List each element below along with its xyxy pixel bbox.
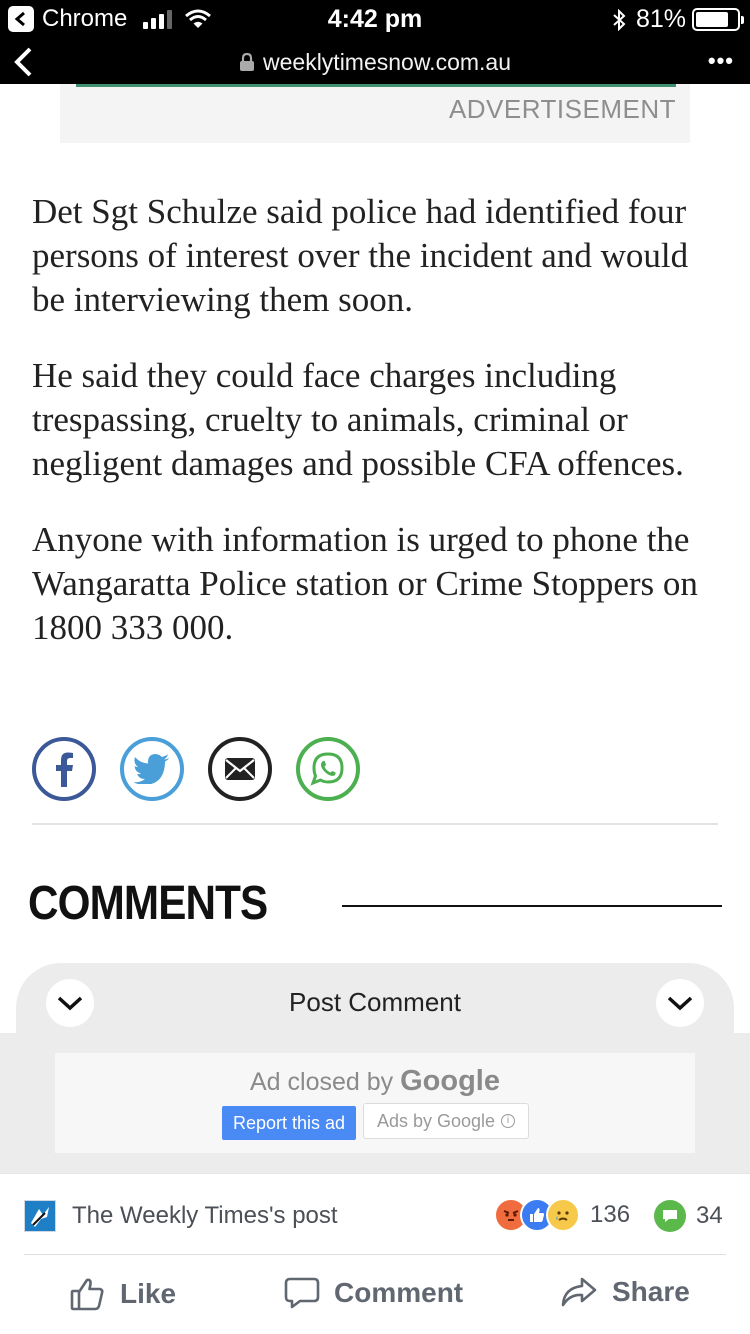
reactions-summary[interactable]: 136: [494, 1198, 630, 1232]
email-icon: [225, 758, 255, 780]
share-buttons: [32, 737, 384, 801]
like-label: Like: [120, 1278, 177, 1309]
address-field[interactable]: weeklytimesnow.com.au: [0, 49, 750, 76]
section-divider: [32, 823, 718, 825]
article-paragraph: He said they could face charges includin…: [32, 356, 684, 483]
status-bar: Chrome 4:42 pm 81%: [0, 0, 750, 40]
comment-bubble-icon: [654, 1200, 686, 1232]
share-label: Share: [612, 1276, 690, 1307]
bluetooth-icon: [613, 8, 626, 31]
sad-reaction-icon: [546, 1198, 580, 1232]
whatsapp-share-button[interactable]: [296, 737, 360, 801]
share-arrow-icon: [561, 1277, 597, 1307]
comments-heading-rule: [342, 905, 722, 907]
ad-closed-text: Ad closed by: [250, 1068, 394, 1096]
url-text: weeklytimesnow.com.au: [263, 49, 511, 75]
email-share-button[interactable]: [208, 737, 272, 801]
whatsapp-icon: [310, 752, 344, 786]
battery-icon: [692, 8, 744, 31]
url-bar: weeklytimesnow.com.au •••: [0, 40, 750, 84]
battery-percent: 81%: [635, 5, 686, 33]
ads-by-google-button[interactable]: Ads by Google i: [363, 1103, 529, 1139]
article-body: Det Sgt Schulze said police had identifi…: [32, 190, 722, 682]
speech-bubble-icon: [284, 1277, 320, 1309]
lock-icon: [240, 52, 254, 71]
advertisement-label: ADVERTISEMENT: [448, 94, 676, 124]
facebook-icon: [56, 752, 73, 787]
info-icon: i: [501, 1114, 516, 1128]
facebook-post-bar: The Weekly Times's post 136 34 Like Comm…: [0, 1173, 750, 1334]
ads-by-google-label: Ads by Google: [376, 1110, 496, 1131]
advertisement-accent-line: [76, 84, 676, 87]
google-ad-area: Ad closed by Google Report this ad Ads b…: [0, 1033, 750, 1173]
like-button[interactable]: Like: [70, 1276, 176, 1312]
google-ad-closed-panel: Ad closed by Google Report this ad Ads b…: [55, 1053, 695, 1153]
more-menu-icon[interactable]: •••: [708, 48, 734, 74]
facebook-post-title[interactable]: The Weekly Times's post: [72, 1202, 338, 1230]
page-avatar[interactable]: [24, 1200, 56, 1232]
comments-heading: COMMENTS: [28, 877, 268, 930]
reaction-count: 136: [590, 1201, 631, 1228]
post-comment-label[interactable]: Post Comment: [16, 987, 734, 1018]
article-paragraph: Det Sgt Schulze said police had identifi…: [32, 192, 689, 319]
google-logo-text: Google: [400, 1065, 500, 1097]
twitter-icon: [134, 754, 169, 784]
report-ad-button[interactable]: Report this ad: [222, 1106, 356, 1140]
advertisement-slot: ADVERTISEMENT: [60, 84, 690, 143]
comment-count: 34: [696, 1202, 723, 1229]
article-paragraph: Anyone with information is urged to phon…: [32, 520, 698, 647]
facebook-share-button[interactable]: [32, 737, 96, 801]
comment-button[interactable]: Comment: [284, 1276, 463, 1310]
thumbs-up-icon: [70, 1278, 104, 1311]
twitter-share-button[interactable]: [120, 737, 184, 801]
ad-closed-message: Ad closed by Google: [55, 1065, 695, 1098]
status-right: 81%: [612, 5, 744, 34]
comment-label: Comment: [334, 1277, 464, 1308]
share-button[interactable]: Share: [560, 1276, 690, 1308]
comment-count-summary[interactable]: 34: [654, 1200, 723, 1232]
chevron-down-icon[interactable]: [656, 979, 704, 1027]
facebook-divider: [24, 1254, 726, 1255]
